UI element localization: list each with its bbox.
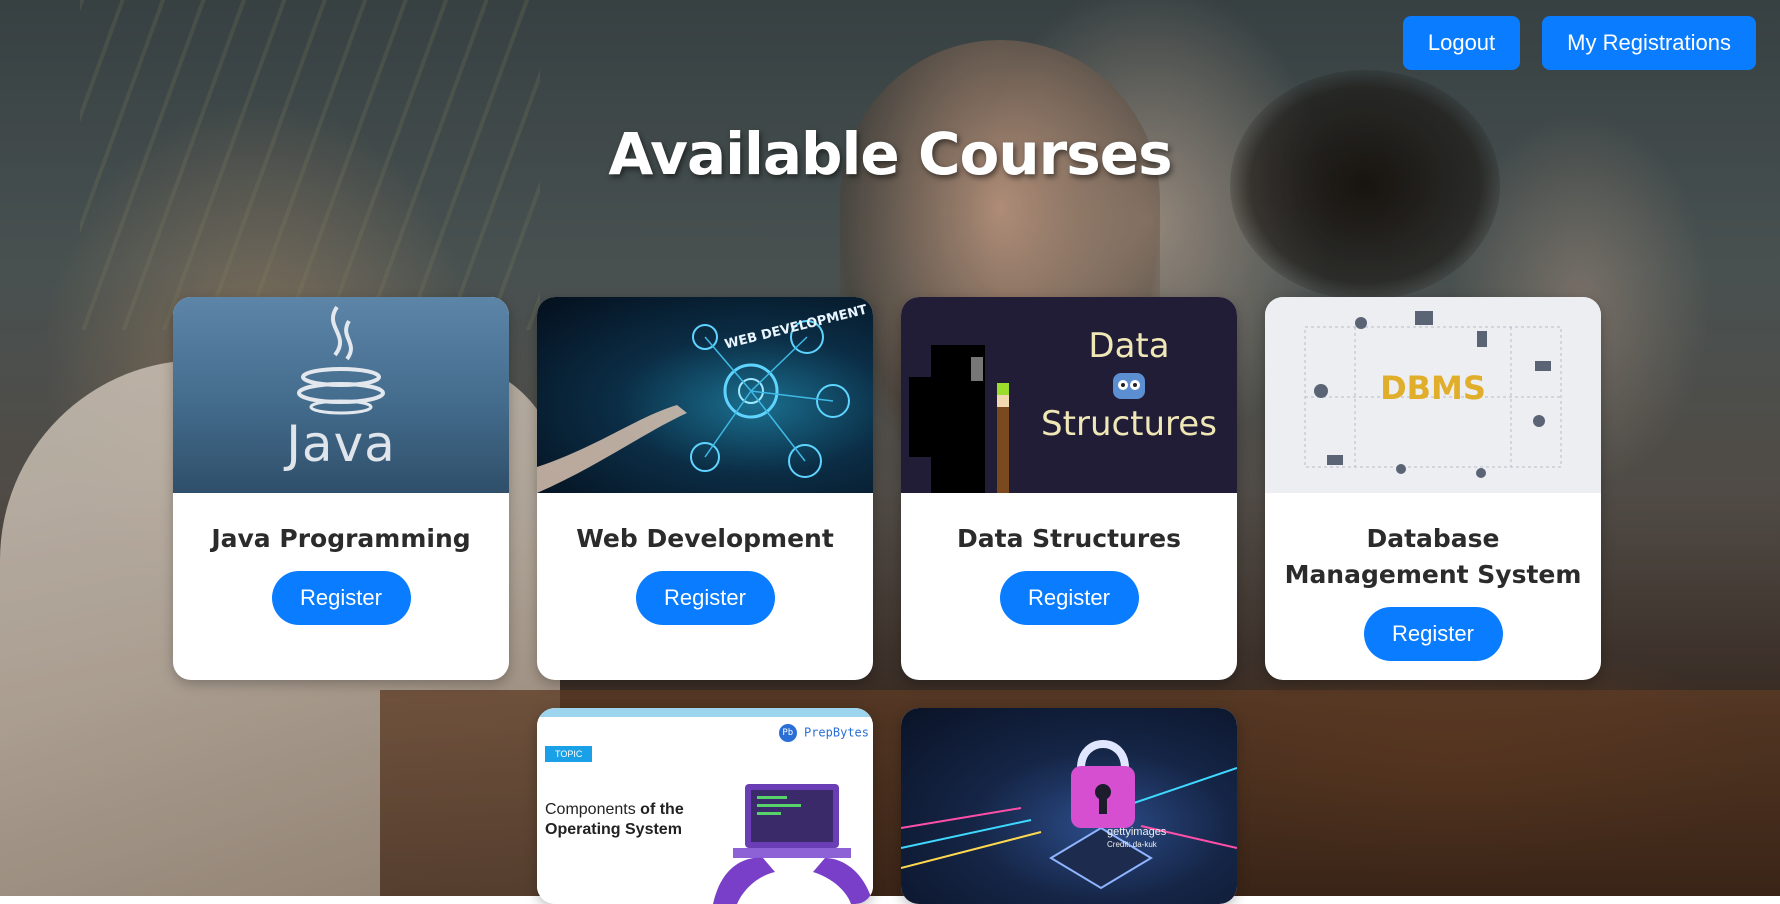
course-card-security: gettyimages Credit: da-kuk [901, 708, 1237, 904]
course-card-operating-system: TOPIC Pb PrepBytes Components of the Ope… [537, 708, 873, 904]
getty-brand: gettyimages [1107, 826, 1167, 838]
course-card-web-development: WEB DEVELOPMENT Web Development Register [537, 297, 873, 680]
register-button-dbms[interactable]: Register [1363, 607, 1503, 661]
course-card-java: Java Java Programming Register [173, 297, 509, 680]
course-thumbnail-dbms: DBMS [1265, 297, 1601, 493]
course-title: Java Programming [211, 524, 471, 553]
course-thumbnail-data-structures: Data Structures [901, 297, 1237, 493]
top-actions: Logout My Registrations [1402, 16, 1756, 70]
courses-grid: Java Java Programming Register WEB DEVEL… [173, 297, 1603, 904]
course-card-data-structures: Data Structures Data Structures Register [901, 297, 1237, 680]
course-card-dbms: DBMS Database Management System Register [1265, 297, 1601, 680]
course-title: Database Management System [1284, 524, 1582, 589]
grid-spacer [173, 708, 509, 904]
getty-credit: gettyimages Credit: da-kuk [1107, 826, 1166, 851]
padlock-circuit-icon [901, 740, 1237, 890]
laptop-typing-icon [713, 784, 873, 904]
logout-button[interactable]: Logout [1402, 16, 1521, 70]
course-thumbnail-web-development: WEB DEVELOPMENT [537, 297, 873, 493]
register-button-web-development[interactable]: Register [635, 571, 775, 625]
ds-text-line1: Data [1088, 326, 1170, 366]
course-thumbnail-security: gettyimages Credit: da-kuk [901, 708, 1237, 904]
course-thumbnail-java: Java [173, 297, 509, 493]
data-structures-thumbnail-text: Data Structures [1029, 325, 1229, 445]
ds-text-line2: Structures [1041, 404, 1217, 444]
robot-icon [1029, 367, 1229, 403]
register-button-java[interactable]: Register [271, 571, 411, 625]
course-title: Data Structures [957, 524, 1181, 553]
java-thumbnail-text: Java [286, 415, 396, 473]
credit-text: Credit: da-kuk [1107, 840, 1157, 849]
my-registrations-button[interactable]: My Registrations [1542, 16, 1756, 70]
dbms-thumbnail-text: DBMS [1380, 369, 1486, 407]
register-button-data-structures[interactable]: Register [999, 571, 1139, 625]
course-thumbnail-operating-system: TOPIC Pb PrepBytes Components of the Ope… [537, 708, 873, 904]
page-title: Available Courses [608, 120, 1172, 188]
course-title: Web Development [576, 524, 834, 553]
